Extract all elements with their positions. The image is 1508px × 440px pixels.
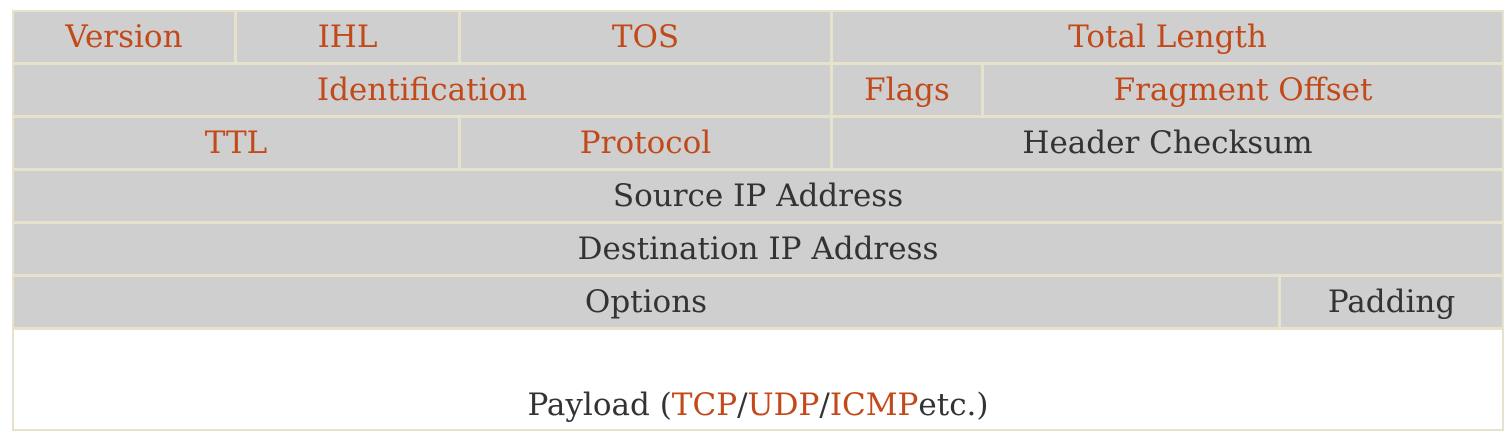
field-source-ip: Source IP Address bbox=[14, 171, 1502, 221]
header-row-4: Source IP Address bbox=[14, 171, 1502, 221]
payload-separator: / bbox=[819, 387, 830, 423]
field-protocol[interactable]: Protocol bbox=[461, 118, 830, 168]
payload-separator: / bbox=[737, 387, 748, 423]
field-tos[interactable]: TOS bbox=[461, 12, 830, 62]
field-identification[interactable]: Identification bbox=[14, 65, 830, 115]
field-ihl[interactable]: IHL bbox=[237, 12, 458, 62]
header-row-5: Destination IP Address bbox=[14, 224, 1502, 274]
udp-link[interactable]: UDP bbox=[748, 387, 820, 423]
header-row-1: Version IHL TOS Total Length bbox=[14, 12, 1502, 62]
field-destination-ip: Destination IP Address bbox=[14, 224, 1502, 274]
payload-suffix: etc.) bbox=[918, 387, 989, 423]
header-row-6: Options Padding bbox=[14, 277, 1502, 327]
icmp-link[interactable]: ICMP bbox=[830, 387, 919, 423]
field-fragment-offset[interactable]: Fragment Offset bbox=[984, 65, 1502, 115]
field-ttl[interactable]: TTL bbox=[14, 118, 458, 168]
field-header-checksum: Header Checksum bbox=[833, 118, 1502, 168]
payload-area: Payload (TCP / UDP / ICMP etc.) bbox=[14, 330, 1502, 429]
header-row-2: Identification Flags Fragment Offset bbox=[14, 65, 1502, 115]
ip-header-diagram: Version IHL TOS Total Length Identificat… bbox=[12, 10, 1504, 431]
field-flags[interactable]: Flags bbox=[833, 65, 981, 115]
field-total-length[interactable]: Total Length bbox=[833, 12, 1502, 62]
tcp-link[interactable]: TCP bbox=[672, 387, 737, 423]
header-row-3: TTL Protocol Header Checksum bbox=[14, 118, 1502, 168]
field-options: Options bbox=[14, 277, 1278, 327]
payload-prefix: Payload ( bbox=[527, 387, 672, 423]
field-version[interactable]: Version bbox=[14, 12, 234, 62]
field-padding: Padding bbox=[1281, 277, 1502, 327]
